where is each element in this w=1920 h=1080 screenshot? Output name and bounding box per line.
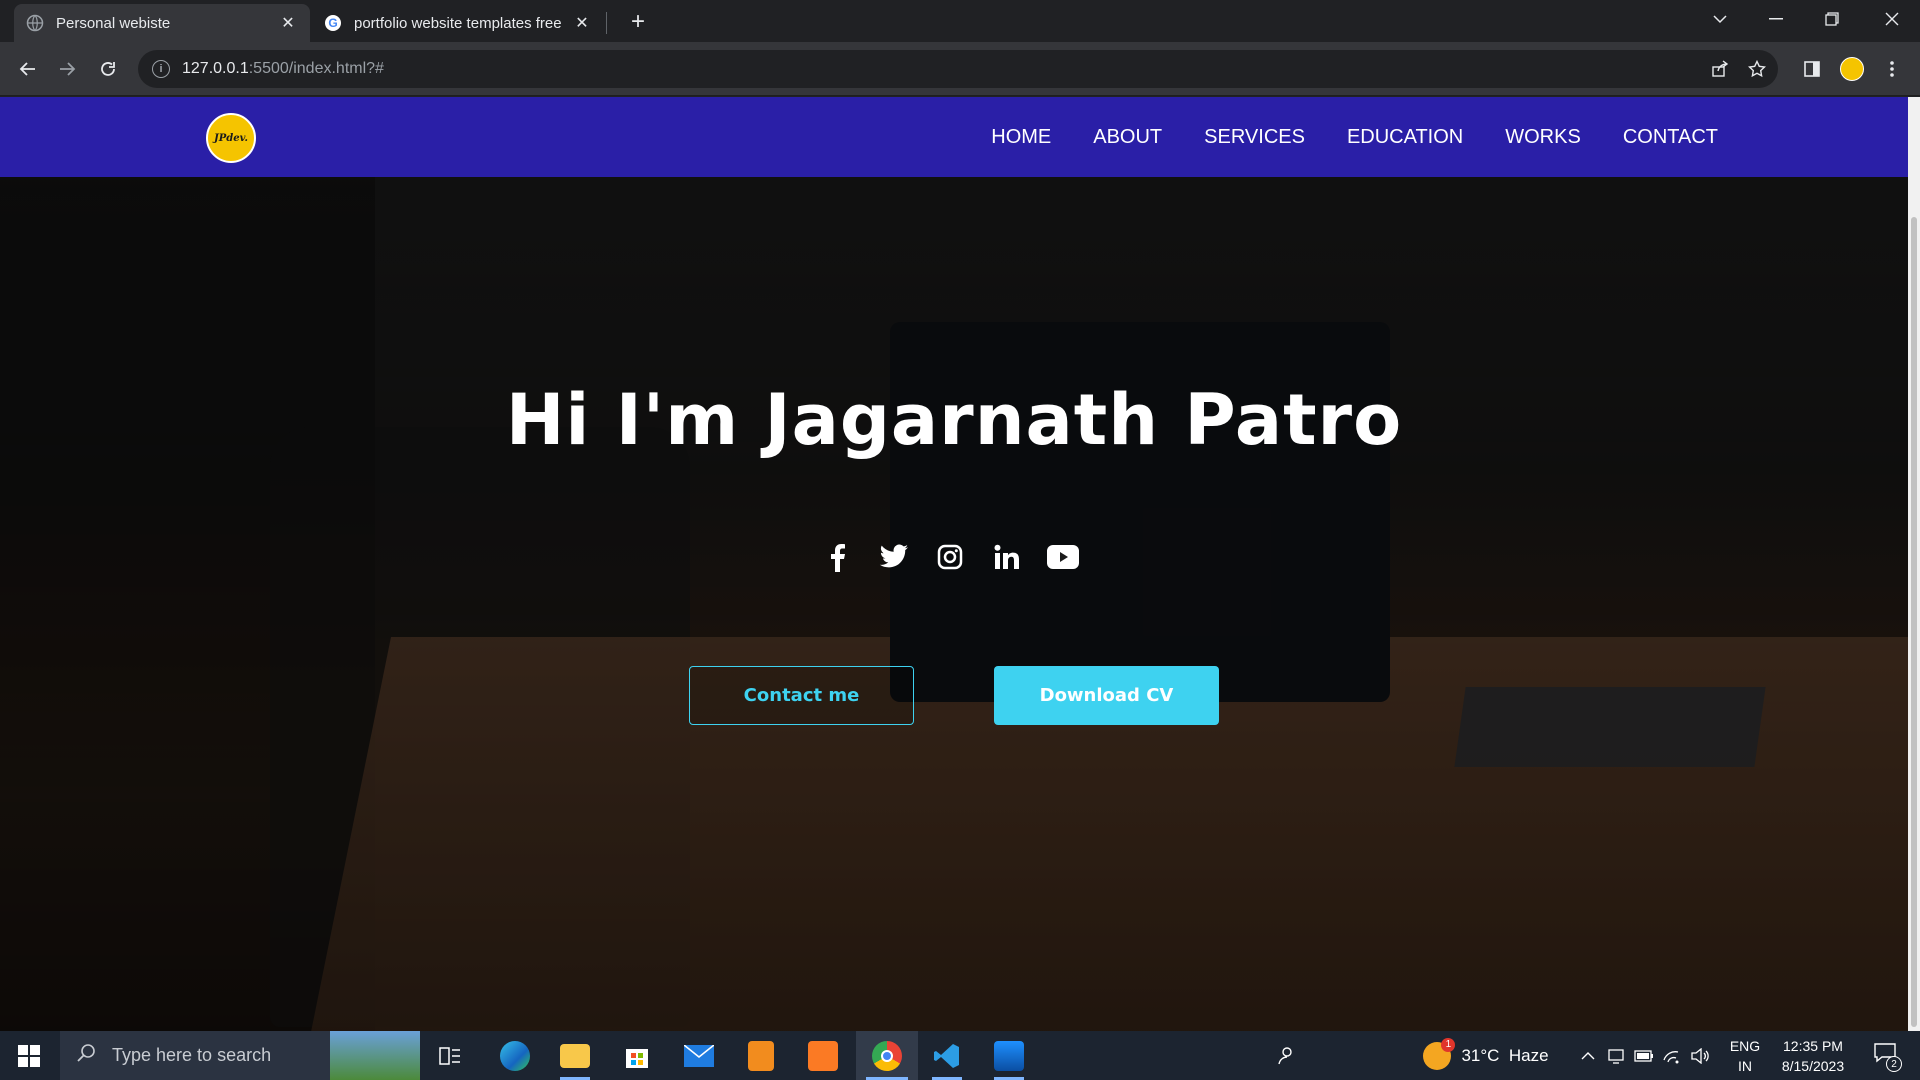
chevron-up-icon[interactable] [1576, 1031, 1600, 1080]
linkedin-icon[interactable] [990, 540, 1024, 574]
twitter-icon[interactable] [877, 540, 911, 574]
tab-personal-website[interactable]: Personal webiste ✕ [14, 4, 310, 42]
file-explorer-icon[interactable] [550, 1031, 600, 1080]
download-cv-button[interactable]: Download CV [994, 666, 1219, 725]
nav-home[interactable]: HOME [991, 126, 1051, 149]
url-host: 127.0.0.1 [182, 60, 249, 77]
task-view-icon[interactable] [425, 1031, 475, 1080]
tab-divider [606, 12, 607, 34]
vscode-icon[interactable] [922, 1031, 972, 1080]
taskbar-search-input[interactable]: Type here to search [60, 1031, 420, 1080]
tab-portfolio-search[interactable]: G portfolio website templates free ✕ [312, 4, 604, 42]
nav-about[interactable]: ABOUT [1093, 126, 1162, 149]
site-logo[interactable]: JPdev. [206, 113, 256, 163]
minimize-button[interactable] [1748, 0, 1804, 38]
page-viewport: Hi I'm Jagarnath Patro Contact me Downlo… [0, 97, 1908, 1031]
close-tab-icon[interactable]: ✕ [278, 13, 298, 33]
clock[interactable]: 12:35 PM 8/15/2023 [1770, 1031, 1856, 1080]
bookmark-star-icon[interactable] [1743, 55, 1771, 83]
instagram-icon[interactable] [933, 540, 967, 574]
mail-icon[interactable] [674, 1031, 724, 1080]
people-icon[interactable] [1270, 1031, 1300, 1080]
forward-button[interactable] [53, 55, 81, 83]
weather-widget[interactable]: 1 31°C Haze [1420, 1031, 1552, 1080]
volume-icon[interactable] [1688, 1031, 1712, 1080]
back-button[interactable] [14, 55, 42, 83]
svg-text:G: G [328, 16, 337, 30]
notifications-icon[interactable]: 2 [1862, 1031, 1908, 1080]
page-scrollbar[interactable] [1908, 97, 1920, 1031]
chrome-icon[interactable] [856, 1031, 918, 1080]
browser-tab-strip: Personal webiste ✕ G portfolio website t… [0, 0, 1920, 42]
windows-start-icon[interactable] [0, 1031, 58, 1080]
photos-icon[interactable] [984, 1031, 1034, 1080]
device-icon[interactable] [1604, 1031, 1628, 1080]
nav-works[interactable]: WORKS [1505, 126, 1581, 149]
nav-links: HOME ABOUT SERVICES EDUCATION WORKS CONT… [991, 97, 1718, 177]
new-tab-button[interactable]: + [624, 8, 652, 36]
tab-search-icon[interactable] [1692, 0, 1748, 38]
weather-text: 31°C Haze [1461, 1045, 1549, 1065]
clock-time: 12:35 PM [1783, 1037, 1843, 1054]
nav-contact[interactable]: CONTACT [1623, 126, 1718, 149]
search-placeholder: Type here to search [112, 1045, 272, 1065]
region-code: IN [1738, 1057, 1752, 1074]
social-links [820, 537, 1080, 577]
scrollbar-thumb[interactable] [1911, 217, 1917, 1027]
url-path: :5500/index.html?# [248, 60, 384, 77]
address-bar[interactable]: i 127.0.0.1:5500/index.html?# [138, 50, 1778, 88]
xampp-icon[interactable] [798, 1031, 848, 1080]
search-highlight-image [330, 1031, 420, 1080]
restore-button[interactable] [1804, 0, 1860, 38]
microsoft-store-icon[interactable] [612, 1031, 662, 1080]
close-window-button[interactable] [1864, 0, 1920, 38]
facebook-icon[interactable] [820, 540, 854, 574]
search-icon [76, 1043, 96, 1068]
site-navbar: JPdev. HOME ABOUT SERVICES EDUCATION WOR… [0, 97, 1908, 177]
reload-button[interactable] [94, 55, 122, 83]
globe-icon [26, 14, 44, 32]
side-panel-icon[interactable] [1798, 55, 1826, 83]
notification-count: 2 [1886, 1056, 1902, 1072]
windows-taskbar: Type here to search 1 31°C Haze ENG IN 1… [0, 1031, 1920, 1080]
wifi-icon[interactable] [1660, 1031, 1684, 1080]
browser-toolbar: i 127.0.0.1:5500/index.html?# [0, 42, 1920, 96]
language-indicator[interactable]: ENG IN [1722, 1031, 1768, 1080]
youtube-icon[interactable] [1046, 540, 1080, 574]
edge-icon[interactable] [490, 1031, 540, 1080]
weather-sun-icon: 1 [1423, 1037, 1456, 1070]
contact-me-button[interactable]: Contact me [689, 666, 914, 725]
google-icon: G [324, 14, 342, 32]
share-icon[interactable] [1706, 55, 1734, 83]
language-code: ENG [1729, 1037, 1761, 1054]
clock-date: 8/15/2023 [1781, 1057, 1845, 1074]
hero-title: Hi I'm Jagarnath Patro [505, 379, 1403, 461]
tab-title: portfolio website templates free [354, 14, 562, 32]
nav-education[interactable]: EDUCATION [1347, 126, 1463, 149]
site-info-icon[interactable]: i [152, 60, 170, 78]
hero-section: Hi I'm Jagarnath Patro Contact me Downlo… [0, 97, 1908, 1031]
sublime-text-icon[interactable] [736, 1031, 786, 1080]
browser-menu-icon[interactable] [1878, 55, 1906, 83]
profile-avatar[interactable] [1838, 55, 1866, 83]
weather-badge: 1 [1441, 1037, 1456, 1052]
nav-services[interactable]: SERVICES [1204, 126, 1305, 149]
close-tab-icon[interactable]: ✕ [572, 13, 592, 33]
battery-icon[interactable] [1632, 1031, 1656, 1080]
tab-title: Personal webiste [56, 14, 171, 32]
